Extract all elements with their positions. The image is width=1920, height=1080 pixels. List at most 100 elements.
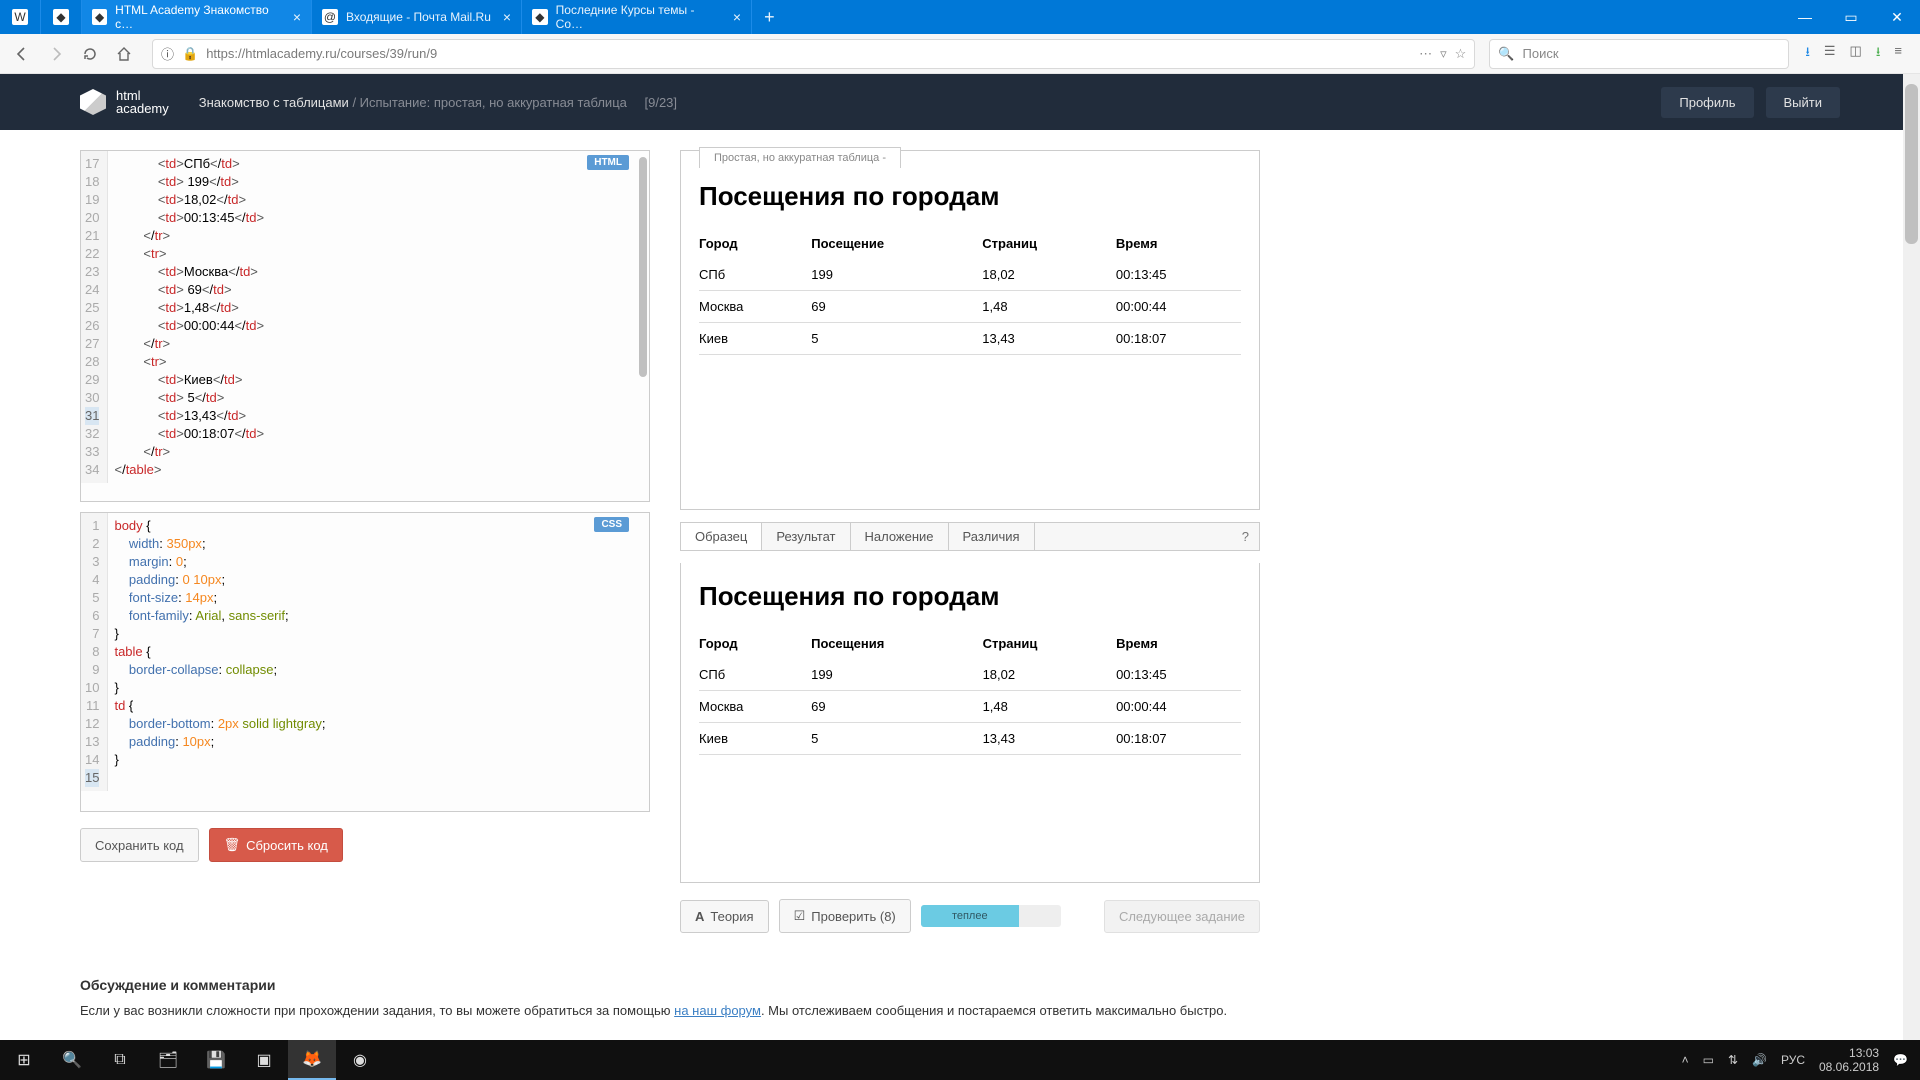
table-cell: 5 bbox=[811, 323, 982, 355]
scroll-thumb[interactable] bbox=[639, 157, 647, 377]
addon-icon[interactable]: ⭳ bbox=[1876, 43, 1881, 65]
taskbar-firefox[interactable]: 🦊 bbox=[288, 1040, 336, 1080]
tab-2[interactable]: @ Входящие - Почта Mail.Ru × bbox=[312, 0, 522, 34]
table-cell: 18,02 bbox=[983, 659, 1116, 691]
table-row: Москва691,4800:00:44 bbox=[699, 691, 1241, 723]
library-icon[interactable]: ☰ bbox=[1824, 43, 1836, 65]
tray-notifications-icon[interactable]: 💬 bbox=[1893, 1053, 1908, 1067]
taskbar-app-4[interactable]: ◉ bbox=[336, 1040, 384, 1080]
breadcrumb: Знакомство с таблицами / Испытание: прос… bbox=[199, 95, 677, 110]
tray-chevron-icon[interactable]: ˄ bbox=[1682, 1053, 1689, 1067]
check-button[interactable]: ☑ Проверить (8) bbox=[779, 899, 911, 933]
table-cell: Киев bbox=[699, 323, 811, 355]
browser-toolbar: ⓘ 🔒 https://htmlacademy.ru/courses/39/ru… bbox=[0, 34, 1920, 74]
tray-clock[interactable]: 13:03 08.06.2018 bbox=[1819, 1046, 1879, 1075]
site-favicon-icon: ◆ bbox=[92, 9, 107, 25]
result-table: ГородПосещениеСтраницВремя СПб19918,0200… bbox=[699, 228, 1241, 355]
close-window-button[interactable]: ✕ bbox=[1874, 0, 1920, 34]
html-badge: HTML bbox=[587, 155, 629, 170]
breadcrumb-course[interactable]: Знакомство с таблицами bbox=[199, 95, 349, 110]
start-button[interactable]: ⊞ bbox=[0, 1040, 48, 1080]
table-row: СПб19918,0200:13:45 bbox=[699, 659, 1241, 691]
nav-back-button[interactable] bbox=[8, 40, 36, 68]
close-icon[interactable]: × bbox=[503, 9, 511, 25]
search-placeholder: Поиск bbox=[1523, 46, 1559, 61]
tab-overlay[interactable]: Наложение bbox=[851, 523, 949, 550]
table-header: Страниц bbox=[983, 628, 1116, 659]
shield-icon: ◆ bbox=[53, 9, 69, 25]
tray-volume-icon[interactable]: 🔊 bbox=[1752, 1053, 1767, 1067]
tab-app-icon[interactable]: W bbox=[0, 0, 41, 34]
logo-icon bbox=[80, 89, 106, 115]
toolbar-addons: ⭳ ☰ ◫ ⭳ ≡ bbox=[1795, 43, 1912, 65]
logo-text: html academy bbox=[116, 89, 169, 115]
forum-link[interactable]: на наш форум bbox=[674, 1003, 761, 1018]
tab-result[interactable]: Результат bbox=[762, 523, 850, 550]
sidebar-icon[interactable]: ◫ bbox=[1850, 43, 1862, 65]
close-icon[interactable]: × bbox=[733, 9, 741, 25]
more-icon[interactable]: ⋯ bbox=[1419, 46, 1432, 62]
window-controls: — ▭ ✕ bbox=[1782, 0, 1920, 34]
task-view-button[interactable]: ⧉ bbox=[96, 1040, 144, 1080]
css-editor[interactable]: CSS 123456789101112131415 body { width: … bbox=[80, 512, 650, 812]
reload-button[interactable] bbox=[76, 40, 104, 68]
hamburger-menu-icon[interactable]: ≡ bbox=[1894, 43, 1902, 65]
taskbar-app-2[interactable]: 💾 bbox=[192, 1040, 240, 1080]
table-header: Город bbox=[699, 628, 811, 659]
tab-3[interactable]: ◆ Последние Курсы темы - Со… × bbox=[522, 0, 752, 34]
discussion-heading: Обсуждение и комментарии bbox=[80, 977, 1840, 993]
css-badge: CSS bbox=[594, 517, 629, 532]
url-bar[interactable]: ⓘ 🔒 https://htmlacademy.ru/courses/39/ru… bbox=[152, 39, 1475, 69]
table-cell: 5 bbox=[811, 723, 982, 755]
close-icon[interactable]: × bbox=[293, 9, 301, 25]
tab-diff[interactable]: Различия bbox=[949, 523, 1035, 550]
tab-sample[interactable]: Образец bbox=[681, 523, 762, 550]
tab-pinned-1[interactable]: ◆ bbox=[41, 0, 82, 34]
table-cell: 199 bbox=[811, 659, 982, 691]
logo[interactable]: html academy bbox=[80, 89, 169, 115]
profile-button[interactable]: Профиль bbox=[1661, 87, 1753, 118]
mail-favicon-icon: @ bbox=[322, 9, 338, 25]
downloads-icon[interactable]: ⭳ bbox=[1805, 43, 1810, 65]
tray-language[interactable]: РУС bbox=[1781, 1053, 1805, 1067]
tray-battery-icon[interactable]: ▭ bbox=[1703, 1053, 1714, 1067]
star-icon[interactable]: ☆ bbox=[1455, 46, 1467, 62]
minimize-button[interactable]: — bbox=[1782, 0, 1828, 34]
table-cell: 00:13:45 bbox=[1116, 659, 1241, 691]
table-cell: 1,48 bbox=[982, 291, 1116, 323]
taskbar-app-1[interactable]: 🗂 bbox=[144, 1040, 192, 1080]
scroll-thumb[interactable] bbox=[1905, 84, 1918, 244]
tab-help[interactable]: ? bbox=[1232, 523, 1259, 550]
logout-button[interactable]: Выйти bbox=[1766, 87, 1841, 118]
table-cell: Москва bbox=[699, 291, 811, 323]
table-header: Посещения bbox=[811, 628, 982, 659]
table-cell: 00:00:44 bbox=[1116, 291, 1241, 323]
table-header: Страниц bbox=[982, 228, 1116, 259]
theory-button[interactable]: A Теория bbox=[680, 900, 769, 933]
progress-fill: теплее bbox=[921, 905, 1019, 927]
new-tab-button[interactable]: + bbox=[752, 0, 787, 34]
tab-1[interactable]: ◆ HTML Academy Знакомство с… × bbox=[82, 0, 312, 34]
next-task-button: Следующее задание bbox=[1104, 900, 1260, 933]
taskbar-app-3[interactable]: ▣ bbox=[240, 1040, 288, 1080]
table-cell: 13,43 bbox=[983, 723, 1116, 755]
tab-label: Входящие - Почта Mail.Ru bbox=[346, 10, 491, 24]
theory-label: Теория bbox=[710, 909, 753, 924]
save-button[interactable]: Сохранить код bbox=[80, 828, 199, 862]
page-scrollbar[interactable] bbox=[1903, 74, 1920, 1040]
taskbar-search[interactable]: 🔍 bbox=[48, 1040, 96, 1080]
reset-button[interactable]: 🗑 Сбросить код bbox=[209, 828, 343, 862]
tab-label: Последние Курсы темы - Со… bbox=[556, 3, 721, 31]
reset-label: Сбросить код bbox=[246, 838, 328, 853]
pocket-icon[interactable]: ▿ bbox=[1440, 46, 1447, 62]
tray-network-icon[interactable]: ⇅ bbox=[1728, 1053, 1738, 1067]
home-button[interactable] bbox=[110, 40, 138, 68]
html-editor[interactable]: HTML 17181920212223242526272829303132333… bbox=[80, 150, 650, 502]
nav-forward-button[interactable] bbox=[42, 40, 70, 68]
editor-scrollbar[interactable] bbox=[637, 157, 647, 495]
url-text: https://htmlacademy.ru/courses/39/run/9 bbox=[206, 46, 1411, 61]
info-icon[interactable]: ⓘ bbox=[161, 44, 174, 63]
window-titlebar: W ◆ ◆ HTML Academy Знакомство с… × @ Вхо… bbox=[0, 0, 1920, 34]
search-bar[interactable]: 🔍 Поиск bbox=[1489, 39, 1789, 69]
maximize-button[interactable]: ▭ bbox=[1828, 0, 1874, 34]
